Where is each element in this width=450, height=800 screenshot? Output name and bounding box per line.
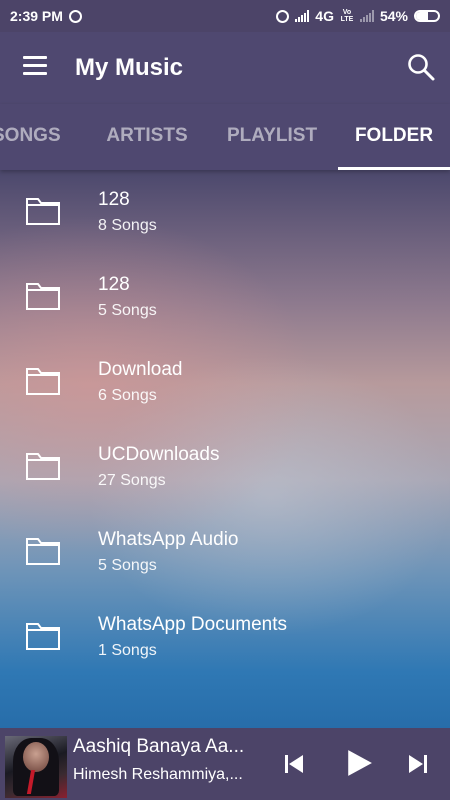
folder-item[interactable]: UCDownloads 27 Songs — [0, 425, 450, 510]
app-bar: My Music — [0, 32, 450, 104]
signal-icon-secondary — [359, 10, 374, 22]
folder-icon — [26, 453, 60, 480]
folder-name: UCDownloads — [98, 444, 220, 465]
tab-artists[interactable]: ARTISTS — [95, 104, 199, 170]
folder-icon — [26, 623, 60, 650]
folder-item[interactable]: 128 8 Songs — [0, 170, 450, 255]
folder-icon — [26, 198, 60, 225]
search-icon[interactable] — [406, 52, 436, 82]
battery-percent: 54% — [379, 8, 408, 24]
folder-item[interactable]: 128 5 Songs — [0, 255, 450, 340]
folder-song-count: 1 Songs — [98, 642, 157, 659]
battery-fill — [416, 12, 428, 20]
folder-name: WhatsApp Audio — [98, 529, 239, 550]
folder-name: Download — [98, 359, 183, 380]
folder-icon — [26, 368, 60, 395]
folder-list: 128 8 Songs 128 5 Songs Download 6 Songs… — [0, 170, 450, 680]
status-left: 2:39 PM — [10, 8, 82, 24]
folder-name: 128 — [98, 274, 130, 295]
page-title: My Music — [75, 54, 184, 81]
previous-icon[interactable] — [282, 752, 306, 776]
now-playing-title: Aashiq Banaya Aa... — [73, 736, 245, 757]
folder-item[interactable]: Download 6 Songs — [0, 340, 450, 425]
battery-icon — [414, 10, 440, 22]
tab-bar: SONGS ARTISTS PLAYLIST FOLDER — [0, 104, 450, 170]
play-icon[interactable] — [345, 749, 373, 777]
tab-songs[interactable]: SONGS — [0, 104, 74, 170]
now-playing-bar[interactable]: Aashiq Banaya Aa... Himesh Reshammiya,..… — [0, 728, 450, 800]
folder-song-count: 6 Songs — [98, 387, 157, 404]
folder-name: 128 — [98, 189, 130, 210]
folder-item[interactable]: WhatsApp Audio 5 Songs — [0, 510, 450, 595]
now-playing-artist: Himesh Reshammiya,... — [73, 766, 243, 783]
menu-icon[interactable] — [23, 56, 47, 76]
folder-song-count: 5 Songs — [98, 557, 157, 574]
folder-icon — [26, 538, 60, 565]
folder-item[interactable]: WhatsApp Documents 1 Songs — [0, 595, 450, 680]
tab-folder[interactable]: FOLDER — [338, 104, 450, 170]
folder-name: WhatsApp Documents — [98, 614, 288, 635]
folder-song-count: 5 Songs — [98, 302, 157, 319]
folder-song-count: 8 Songs — [98, 217, 157, 234]
status-bar: 2:39 PM 4G Vo LTE 54% — [0, 0, 450, 32]
signal-icon — [295, 10, 310, 22]
alarm-icon — [276, 9, 290, 23]
album-art[interactable] — [5, 736, 67, 798]
folder-icon — [26, 283, 60, 310]
volte-indicator: Vo LTE — [340, 9, 354, 23]
status-right: 4G Vo LTE 54% — [276, 8, 440, 24]
tab-playlist[interactable]: PLAYLIST — [220, 104, 324, 170]
status-time: 2:39 PM — [10, 8, 63, 24]
network-type: 4G — [315, 8, 334, 24]
next-icon[interactable] — [406, 752, 430, 776]
folder-song-count: 27 Songs — [98, 472, 166, 489]
whatsapp-icon — [68, 9, 82, 23]
